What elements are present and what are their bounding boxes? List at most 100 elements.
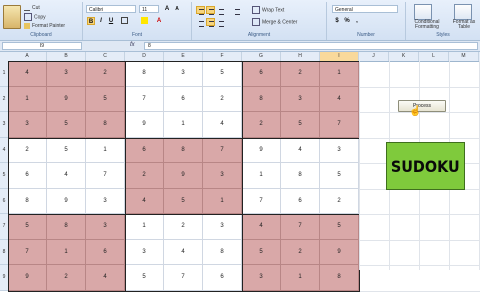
column-header-e[interactable]: E <box>164 52 203 61</box>
sudoku-cell[interactable]: 4 <box>47 163 86 189</box>
column-header-l[interactable]: L <box>419 52 449 61</box>
sudoku-cell[interactable]: 3 <box>125 239 164 265</box>
sudoku-cell[interactable]: 9 <box>47 188 86 214</box>
sudoku-cell[interactable]: 5 <box>164 188 203 214</box>
bold-button[interactable]: B <box>87 17 95 25</box>
row-header-7[interactable]: 7 <box>0 214 8 240</box>
sudoku-cell[interactable]: 5 <box>47 112 86 138</box>
column-header-f[interactable]: F <box>203 52 242 61</box>
sudoku-cell[interactable]: 1 <box>86 137 125 163</box>
merge-center-button[interactable]: Merge & Center <box>252 18 297 26</box>
underline-button[interactable]: U <box>107 17 115 25</box>
sudoku-cell[interactable]: 7 <box>125 86 164 112</box>
column-header-k[interactable]: K <box>389 52 419 61</box>
wrap-text-button[interactable]: Wrap Text <box>252 6 284 14</box>
align-left-icon[interactable] <box>196 18 205 27</box>
sudoku-cell[interactable]: 6 <box>86 239 125 265</box>
sudoku-cell[interactable]: 7 <box>8 239 47 265</box>
format-as-table-icon[interactable] <box>454 4 472 20</box>
font-name-dropdown[interactable]: Calibri <box>86 5 136 13</box>
row-header-8[interactable]: 8 <box>0 239 8 265</box>
sudoku-cell[interactable]: 4 <box>8 61 47 87</box>
align-right-icon[interactable] <box>216 18 225 27</box>
sudoku-cell[interactable]: 3 <box>8 112 47 138</box>
sudoku-cell[interactable]: 7 <box>242 188 281 214</box>
column-header-c[interactable]: C <box>86 52 125 61</box>
column-header-h[interactable]: H <box>281 52 320 61</box>
conditional-formatting-button[interactable]: Conditional Formatting <box>406 20 448 30</box>
sudoku-cell[interactable]: 1 <box>320 61 359 87</box>
name-box[interactable]: I9 <box>2 42 82 50</box>
sudoku-cell[interactable]: 5 <box>8 214 47 240</box>
sudoku-cell[interactable]: 4 <box>86 265 125 291</box>
sudoku-cell[interactable]: 4 <box>164 239 203 265</box>
sudoku-cell[interactable]: 3 <box>203 163 242 189</box>
sudoku-cell[interactable]: 8 <box>8 188 47 214</box>
sudoku-cell[interactable]: 3 <box>164 61 203 87</box>
currency-button[interactable]: $ <box>333 17 341 25</box>
sudoku-cell[interactable]: 1 <box>242 163 281 189</box>
sudoku-cell[interactable]: 8 <box>125 61 164 87</box>
row-header-2[interactable]: 2 <box>0 86 8 112</box>
sudoku-cell[interactable]: 6 <box>164 86 203 112</box>
row-header-5[interactable]: 5 <box>0 163 8 189</box>
sudoku-cell[interactable]: 3 <box>320 137 359 163</box>
sudoku-cell[interactable]: 4 <box>203 112 242 138</box>
sudoku-cell[interactable]: 1 <box>8 86 47 112</box>
number-format-dropdown[interactable]: General <box>332 5 398 13</box>
sudoku-cell[interactable]: 1 <box>203 188 242 214</box>
sudoku-cell[interactable]: 9 <box>320 239 359 265</box>
copy-button[interactable]: Copy <box>24 13 46 21</box>
sudoku-cell[interactable]: 9 <box>125 112 164 138</box>
sudoku-cell[interactable]: 1 <box>281 265 320 291</box>
sudoku-cell[interactable]: 2 <box>164 214 203 240</box>
sudoku-cell[interactable]: 5 <box>320 163 359 189</box>
cut-button[interactable]: Cut <box>24 4 40 12</box>
borders-icon[interactable] <box>121 17 128 24</box>
sudoku-cell[interactable]: 3 <box>242 265 281 291</box>
sudoku-cell[interactable]: 5 <box>281 112 320 138</box>
sudoku-cell[interactable]: 7 <box>203 137 242 163</box>
sudoku-cell[interactable]: 2 <box>86 61 125 87</box>
sudoku-cell[interactable]: 7 <box>86 163 125 189</box>
sudoku-cell[interactable]: 5 <box>320 214 359 240</box>
sudoku-cell[interactable]: 9 <box>164 163 203 189</box>
format-painter-button[interactable]: Format Painter <box>24 22 65 30</box>
sudoku-cell[interactable]: 2 <box>281 239 320 265</box>
sudoku-cell[interactable]: 2 <box>125 163 164 189</box>
row-header-1[interactable]: 1 <box>0 61 8 87</box>
column-header-m[interactable]: M <box>449 52 479 61</box>
sudoku-cell[interactable]: 3 <box>203 214 242 240</box>
sudoku-cell[interactable]: 2 <box>281 61 320 87</box>
sudoku-cell[interactable]: 8 <box>203 239 242 265</box>
comma-style-icon[interactable]: , <box>353 17 361 25</box>
column-header-b[interactable]: B <box>47 52 86 61</box>
sudoku-cell[interactable]: 9 <box>47 86 86 112</box>
sudoku-cell[interactable]: 9 <box>8 265 47 291</box>
align-center-icon[interactable] <box>206 18 215 27</box>
sudoku-cell[interactable]: 6 <box>125 137 164 163</box>
sudoku-cell[interactable]: 6 <box>242 61 281 87</box>
percent-button[interactable]: % <box>343 17 351 25</box>
conditional-formatting-icon[interactable] <box>414 4 432 20</box>
italic-button[interactable]: I <box>97 17 105 25</box>
sudoku-cell[interactable]: 8 <box>320 265 359 291</box>
sudoku-cell[interactable]: 6 <box>281 188 320 214</box>
row-header-3[interactable]: 3 <box>0 112 8 138</box>
sudoku-cell[interactable]: 2 <box>47 265 86 291</box>
font-color-icon[interactable]: A <box>155 17 163 25</box>
sudoku-cell[interactable]: 7 <box>164 265 203 291</box>
process-button[interactable]: Process <box>398 100 446 112</box>
sudoku-cell[interactable]: 8 <box>86 112 125 138</box>
sudoku-cell[interactable]: 8 <box>281 163 320 189</box>
sudoku-cell[interactable]: 7 <box>320 112 359 138</box>
sudoku-cell[interactable]: 8 <box>47 214 86 240</box>
sudoku-cell[interactable]: 8 <box>242 86 281 112</box>
sudoku-cell[interactable]: 4 <box>125 188 164 214</box>
formula-input[interactable]: 8 <box>144 42 478 50</box>
shrink-font-icon[interactable]: A <box>173 5 181 13</box>
align-bottom-icon[interactable] <box>216 6 225 15</box>
align-middle-icon[interactable] <box>206 6 215 15</box>
fill-color-icon[interactable] <box>141 17 148 24</box>
sudoku-cell[interactable]: 5 <box>47 137 86 163</box>
